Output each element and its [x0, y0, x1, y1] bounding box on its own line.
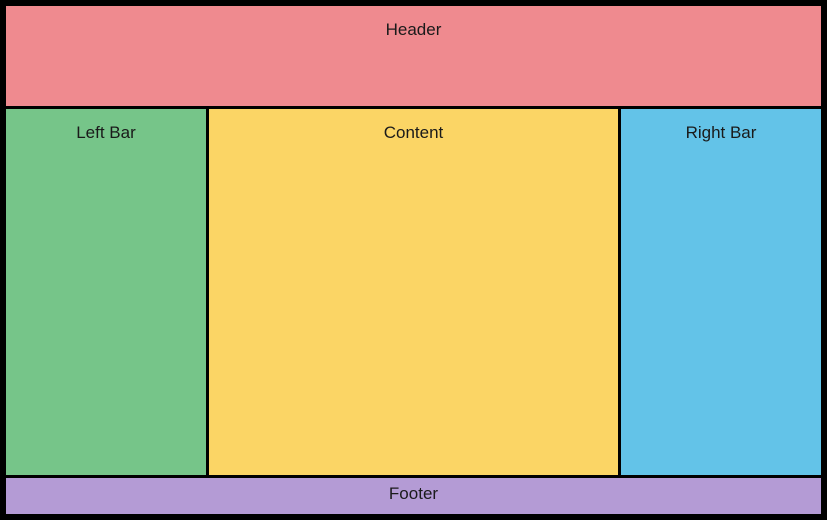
left-bar-label: Left Bar [76, 123, 136, 142]
content-label: Content [384, 123, 444, 142]
header-label: Header [386, 20, 442, 39]
footer-region: Footer [6, 478, 821, 514]
left-bar-region: Left Bar [6, 109, 206, 475]
footer-label: Footer [389, 484, 438, 503]
right-bar-region: Right Bar [621, 109, 821, 475]
right-bar-label: Right Bar [686, 123, 757, 142]
header-region: Header [6, 6, 821, 106]
middle-row: Left Bar Content Right Bar [6, 109, 821, 475]
content-region: Content [209, 109, 618, 475]
